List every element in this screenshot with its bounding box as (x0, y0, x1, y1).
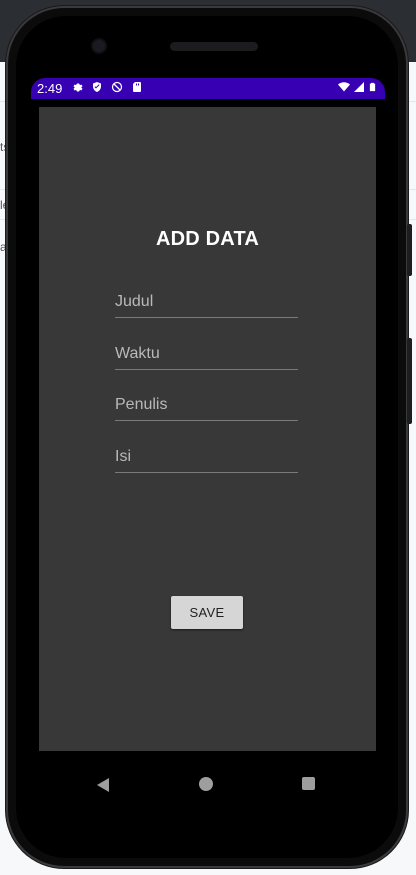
signal-icon (354, 82, 364, 92)
status-bar: 2:49 (31, 78, 385, 99)
navigation-bar (31, 759, 385, 815)
power-button (407, 338, 412, 424)
shield-icon (93, 82, 101, 92)
penulis-input[interactable] (115, 393, 298, 417)
recents-icon[interactable] (302, 777, 315, 790)
input-underline (115, 369, 298, 370)
status-icons-left (71, 80, 143, 94)
wifi-icon (338, 82, 350, 92)
input-underline (115, 317, 298, 318)
speaker-grille (170, 42, 258, 51)
isi-input[interactable] (115, 445, 298, 469)
battery-icon (369, 82, 376, 92)
save-button[interactable]: SAVE (171, 596, 243, 629)
app-screen: ADD DATA SAVE (31, 99, 385, 759)
add-data-form: ADD DATA SAVE (39, 107, 376, 751)
back-icon[interactable] (97, 778, 109, 792)
waktu-field[interactable] (115, 342, 298, 370)
judul-input[interactable] (115, 290, 298, 314)
input-underline (115, 420, 298, 421)
status-time: 2:49 (37, 81, 63, 96)
volume-button (407, 224, 412, 276)
judul-field[interactable] (115, 290, 298, 318)
penulis-field[interactable] (115, 393, 298, 421)
camera-icon (93, 40, 105, 52)
home-icon[interactable] (199, 777, 213, 791)
status-icons-right (338, 80, 377, 94)
waktu-input[interactable] (115, 342, 298, 366)
page-title: ADD DATA (155, 228, 260, 250)
do-not-disturb-icon (111, 81, 123, 93)
settings-icon (73, 83, 83, 92)
sd-card-icon (133, 82, 141, 92)
input-underline (115, 472, 298, 473)
isi-field[interactable] (115, 445, 298, 473)
